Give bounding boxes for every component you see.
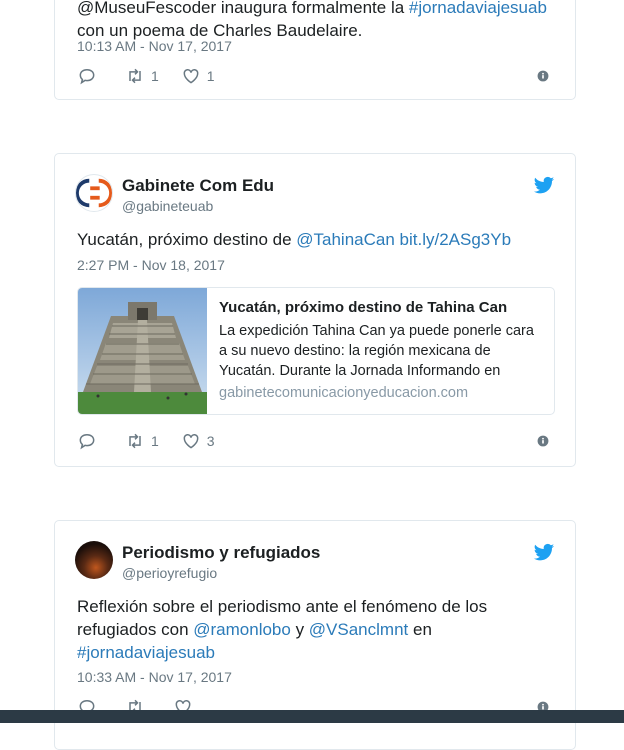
gabinete-logo-icon: [76, 178, 112, 208]
tweet-timestamp[interactable]: 10:13 AM - Nov 17, 2017: [77, 38, 232, 54]
pyramid-photo: [78, 288, 207, 414]
reply-icon: [79, 433, 95, 450]
link-preview-title: Yucatán, próximo destino de Tahina Can: [219, 299, 508, 316]
tweet-text: Yucatán, próximo destino de @TahinaCan b…: [77, 228, 557, 251]
retweet-count: 1: [151, 433, 159, 449]
tweet-text: Reflexión sobre el periodismo ante el fe…: [77, 595, 537, 664]
retweet-button[interactable]: 1: [125, 431, 159, 451]
retweet-count: 1: [151, 68, 159, 84]
like-count: 3: [206, 433, 215, 449]
like-count: 1: [206, 68, 215, 84]
avatar[interactable]: [75, 541, 113, 579]
author-handle[interactable]: @gabineteuab: [122, 198, 213, 214]
info-icon[interactable]: [533, 431, 553, 451]
mention-link[interactable]: @VSanclmnt: [309, 620, 408, 639]
tweet-header: Gabinete Com Edu @gabineteuab: [75, 174, 555, 218]
retweet-button[interactable]: 1: [125, 66, 159, 86]
mention-link[interactable]: @ramonlobo: [193, 620, 291, 639]
twitter-bird-icon[interactable]: [533, 176, 555, 196]
tweet-text-body: Yucatán, próximo destino de: [77, 230, 297, 249]
like-button[interactable]: 1: [181, 66, 215, 86]
like-button[interactable]: 3: [181, 431, 215, 451]
twitter-bird-icon[interactable]: [533, 543, 555, 563]
tweet-card-1: @MuseuFescoder inaugura formalmente la #…: [54, 0, 576, 100]
tweet-text: @MuseuFescoder inaugura formalmente la #…: [77, 0, 557, 42]
tweet-timestamp[interactable]: 2:27 PM - Nov 18, 2017: [77, 257, 225, 273]
heart-icon: [183, 68, 199, 84]
info-icon[interactable]: [533, 66, 553, 86]
tweet-actions: 1 3: [77, 430, 553, 452]
link-preview-card[interactable]: Yucatán, próximo destino de Tahina Can L…: [77, 287, 555, 415]
mention-link[interactable]: @TahinaCan: [296, 230, 395, 249]
link-preview-text: Yucatán, próximo destino de Tahina Can L…: [219, 298, 544, 403]
author-name[interactable]: Periodismo y refugiados: [122, 543, 320, 563]
retweet-icon: [129, 68, 141, 84]
reply-button[interactable]: [77, 431, 103, 451]
heart-icon: [183, 433, 199, 449]
tweet-text-body: en: [408, 620, 432, 639]
retweet-icon: [129, 433, 141, 449]
tweet-card-2: Gabinete Com Edu @gabineteuab Yucatán, p…: [54, 153, 576, 467]
author-handle[interactable]: @perioyrefugio: [122, 565, 217, 581]
bottom-bar: [0, 710, 624, 723]
avatar[interactable]: [75, 174, 113, 212]
tweet-text-prefix: @MuseuFescoder inaugura formalmente la: [77, 0, 409, 17]
link-preview-domain: gabinetecomunicacionyeducacion.com: [219, 385, 469, 401]
reply-icon: [79, 68, 95, 85]
author-name[interactable]: Gabinete Com Edu: [122, 176, 274, 196]
hashtag-link[interactable]: #jornadaviajesuab: [77, 643, 215, 662]
url-link[interactable]: bit.ly/2ASg3Yb: [400, 230, 512, 249]
link-preview-description: La expedición Tahina Can ya puede ponerl…: [219, 323, 534, 379]
reply-button[interactable]: [77, 66, 103, 86]
tweet-actions: 1 1: [77, 65, 553, 87]
hashtag-link[interactable]: #jornadaviajesuab: [409, 0, 547, 17]
tweet-header: Periodismo y refugiados @perioyrefugio: [75, 541, 555, 585]
tweet-timestamp[interactable]: 10:33 AM - Nov 17, 2017: [77, 669, 232, 685]
tweet-text-body: y: [290, 620, 309, 639]
